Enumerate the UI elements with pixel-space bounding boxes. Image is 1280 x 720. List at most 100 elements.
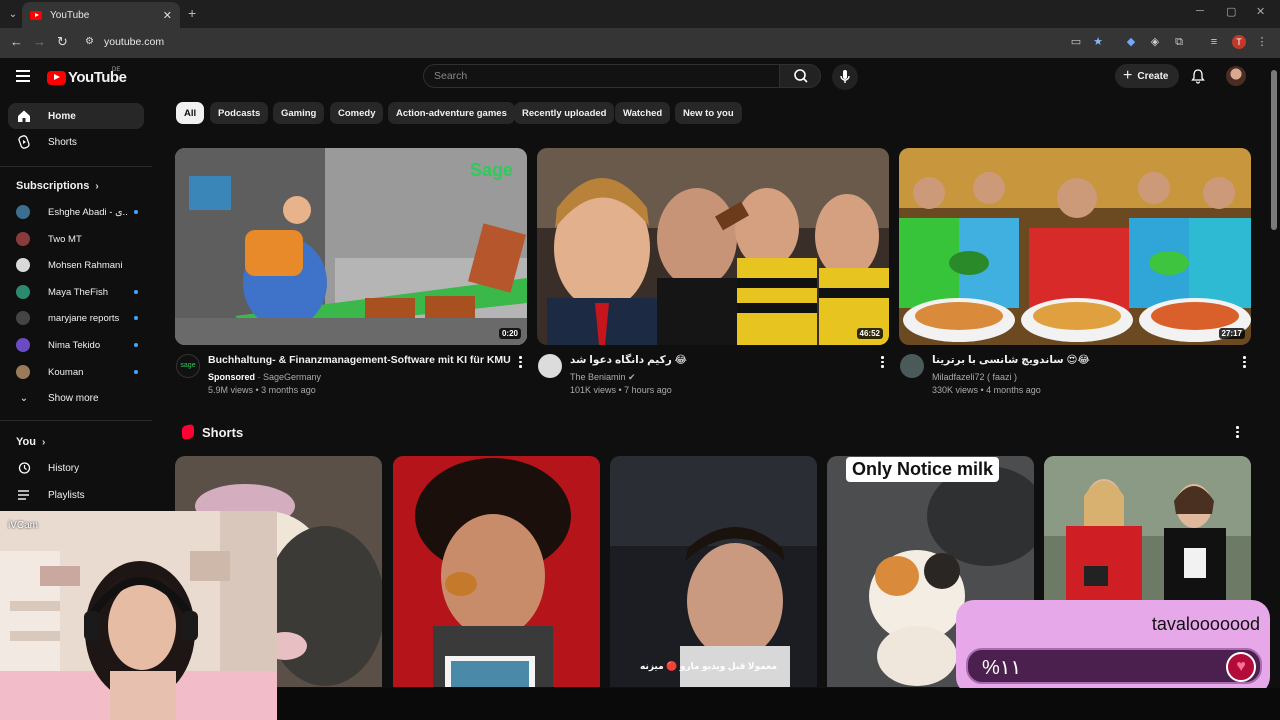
chip-recently-uploaded[interactable]: Recently uploaded [514,102,615,124]
sidebar-subscription[interactable]: Maya TheFish [16,282,138,302]
country-code: DE [112,67,121,73]
chevron-right-icon: › [41,436,46,448]
tab-title: YouTube [50,9,90,21]
browser-toolbar: ← → ↻ ⚙ youtube.com ▭ ★ ◆ ◈ ⧉ ≡ ⋮ [0,28,1280,58]
search-button[interactable] [779,64,821,88]
video-thumbnail[interactable]: 27:17 [899,148,1251,345]
chip-gaming[interactable]: Gaming [273,102,325,124]
page-scrollbar[interactable] [1268,58,1280,688]
search-icon [794,69,808,83]
minimize-icon[interactable]: ─ [1196,5,1204,17]
channel-avatar[interactable]: sage [176,354,200,378]
chip-podcasts[interactable]: Podcasts [210,102,269,124]
reading-list-icon[interactable]: ≡ [1208,36,1220,48]
bookmark-star-icon[interactable]: ★ [1092,36,1104,48]
sidebar-subscription[interactable]: maryjane reports [16,308,138,328]
chip-all[interactable]: All [176,102,205,124]
video-channel[interactable]: The Beniamin ✔ [570,372,636,383]
forward-icon[interactable]: → [33,34,46,49]
channel-avatar [16,205,30,219]
more-actions-icon[interactable] [1243,356,1247,368]
channel-avatar[interactable] [900,354,924,378]
webcam-overlay [0,511,277,720]
cast-icon[interactable]: ▭ [1070,36,1082,48]
short-thumbnail-art [610,456,817,687]
voice-search-button[interactable] [832,64,858,90]
close-icon[interactable]: ✕ [163,9,172,22]
extension-icon[interactable]: ◈ [1149,36,1161,48]
webcam-feed [0,511,277,720]
short-thumbnail[interactable]: معمولا قبل ویدیو مارو 🔴 میزنه [610,456,817,687]
browser-tab[interactable]: YouTube ✕ [22,2,180,28]
chip-watched[interactable]: Watched [615,102,671,124]
video-title[interactable]: ساندویچ شانسی با برترینا 😍😂 [932,354,1232,366]
sidebar-item-home[interactable]: Home [8,103,144,129]
channel-avatar [16,338,30,352]
chevron-down-icon: ⌄ [19,392,29,404]
sponsored-label: Sponsored [208,372,256,382]
window-close-icon[interactable]: ✕ [1256,5,1265,18]
shorts-icon [16,134,32,150]
scrollbar-thumb[interactable] [1271,70,1277,230]
heart-icon: ♥ [1226,652,1256,682]
sidebar-subscription[interactable]: Nima Tekido [16,335,138,355]
playlists-icon [16,487,32,503]
more-actions-icon[interactable] [519,356,523,368]
channel-avatar [16,311,30,325]
browser-tabstrip: ⌄ YouTube ✕ + ─ ▢ ✕ [0,0,1280,28]
channel-avatar [16,258,30,272]
account-avatar[interactable] [1226,66,1246,86]
create-button[interactable]: + Create [1115,64,1179,88]
video-duration: 0:20 [498,328,521,339]
back-icon[interactable]: ← [10,34,23,49]
video-thumbnail[interactable]: Sage 0:20 [175,148,527,345]
video-channel[interactable]: Sponsored · SageGermany [208,372,321,382]
browser-profile-avatar[interactable]: T [1232,35,1246,49]
maximize-icon[interactable]: ▢ [1226,5,1236,18]
sidebar-subscription[interactable]: Eshghe Abadi - ی.. [16,202,138,222]
you-header[interactable]: You › [16,436,45,448]
url-field[interactable]: youtube.com [104,36,164,48]
plus-icon: + [1123,67,1133,84]
donation-widget: tavalooooood %۱۱ ♥ [956,600,1270,695]
new-content-dot [134,343,138,347]
chip-new-to-you[interactable]: New to you [675,102,742,124]
channel-avatar[interactable] [538,354,562,378]
history-icon [16,460,32,476]
thumbnail-brand-text: Sage [469,160,513,180]
reload-icon[interactable]: ↻ [57,34,68,50]
extensions-puzzle-icon[interactable]: ⧉ [1173,36,1185,48]
extension-shield-icon[interactable]: ◆ [1125,36,1137,48]
sidebar-item-history[interactable]: History [8,455,144,481]
video-title[interactable]: Buchhaltung- & Finanzmanagement-Software… [208,354,511,366]
bottom-edge [277,688,1280,720]
short-thumbnail-art [393,456,600,687]
search-input[interactable]: Search [423,64,780,88]
new-tab-icon[interactable]: + [188,5,196,21]
video-channel[interactable]: Miladfazeli72 ( faazi ) [932,372,1017,382]
youtube-play-icon [47,70,66,85]
youtube-header: YouTube DE Search + Create [0,58,1268,98]
video-title[interactable]: رکیم دانگاه دعوا شد 😂 [570,354,870,366]
show-more-button[interactable]: ⌄ Show more [8,385,144,411]
youtube-favicon-icon [30,10,42,20]
site-info-icon[interactable]: ⚙ [85,36,94,47]
sidebar-item-shorts[interactable]: Shorts [8,129,144,155]
browser-menu-icon[interactable]: ⋮ [1256,36,1268,48]
donation-value: %۱۱ [982,657,1022,679]
chip-comedy[interactable]: Comedy [330,102,384,124]
sidebar-subscription[interactable]: Mohsen Rahmani [16,255,136,275]
short-thumbnail[interactable] [393,456,600,687]
sidebar-item-playlists[interactable]: Playlists [8,482,144,508]
sidebar-subscription[interactable]: Kouman [16,362,138,382]
more-actions-icon[interactable] [881,356,885,368]
notifications-bell-icon[interactable] [1190,68,1206,84]
menu-icon[interactable] [16,70,30,82]
subscriptions-header[interactable]: Subscriptions › [16,180,99,192]
chip-action-adventure[interactable]: Action-adventure games [388,102,515,124]
chevron-right-icon: › [95,180,99,192]
shorts-more-icon[interactable] [1236,426,1240,438]
video-meta: 5.9M views • 3 months ago [208,385,316,395]
sidebar-subscription[interactable]: Two MT [16,229,136,249]
video-thumbnail[interactable]: 46:52 [537,148,889,345]
